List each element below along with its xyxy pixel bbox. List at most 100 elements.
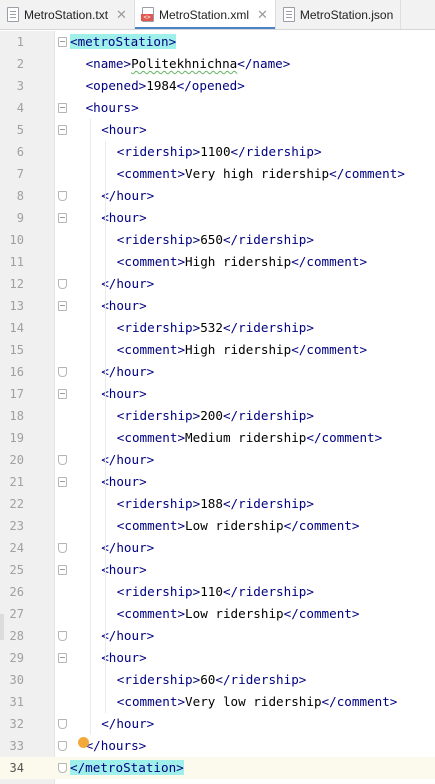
code-line[interactable]: 33 </hours> xyxy=(0,735,435,757)
xml-text: 1984 xyxy=(146,78,177,93)
fold-marker-icon[interactable] xyxy=(58,543,67,553)
xml-tag: </hours> xyxy=(85,738,147,753)
fold-marker-icon[interactable] xyxy=(58,125,67,135)
code-line[interactable]: 4 <hours> xyxy=(0,97,435,119)
code-text: </hours> xyxy=(86,735,147,757)
code-text: <hours> xyxy=(86,97,139,119)
fold-marker-icon[interactable] xyxy=(58,763,67,773)
xml-tag: <ridership> xyxy=(116,144,201,159)
xml-tag: <comment> xyxy=(116,342,186,357)
fold-marker-icon[interactable] xyxy=(58,301,67,311)
code-line[interactable]: 31 <comment>Very low ridership</comment> xyxy=(0,691,435,713)
fold-marker-icon[interactable] xyxy=(58,653,67,663)
line-number: 23 xyxy=(9,519,24,533)
code-line[interactable]: 1 <metroStation> xyxy=(0,31,435,53)
xml-text: Medium ridership xyxy=(185,430,307,445)
xml-tag: </ridership> xyxy=(222,496,314,511)
code-line[interactable]: 15 <comment>High ridership</comment> xyxy=(0,339,435,361)
code-line[interactable]: 26 <ridership>110</ridership> xyxy=(0,581,435,603)
line-number: 26 xyxy=(9,585,24,599)
tab-metrostation-json[interactable]: MetroStation.json xyxy=(276,0,402,29)
fold-marker-icon[interactable] xyxy=(58,389,67,399)
code-line[interactable]: 25 <hour> xyxy=(0,559,435,581)
line-number: 8 xyxy=(16,189,24,203)
code-text: </hour> xyxy=(101,537,154,559)
code-line[interactable]: 11 <comment>High ridership</comment> xyxy=(0,251,435,273)
code-line[interactable]: 9 <hour> xyxy=(0,207,435,229)
code-text: <hour> xyxy=(101,207,147,229)
code-line[interactable]: 23 <comment>Low ridership</comment> xyxy=(0,515,435,537)
code-text: <hour> xyxy=(101,383,147,405)
intention-bulb-icon[interactable] xyxy=(78,737,89,748)
fold-marker-icon[interactable] xyxy=(58,631,67,641)
fold-marker-icon[interactable] xyxy=(58,213,67,223)
xml-tag: </opened> xyxy=(176,78,245,93)
close-tab-icon[interactable]: ✕ xyxy=(116,7,127,23)
code-line[interactable]: 17 <hour> xyxy=(0,383,435,405)
xml-text: 110 xyxy=(200,584,223,599)
tab-label: MetroStation.txt xyxy=(24,7,109,22)
tab-metrostation-xml[interactable]: <> MetroStation.xml ✕ xyxy=(134,0,276,29)
code-line[interactable]: 13 <hour> xyxy=(0,295,435,317)
xml-tag: <ridership> xyxy=(116,320,201,335)
line-number: 11 xyxy=(9,255,24,269)
tab-metrostation-txt[interactable]: MetroStation.txt ✕ xyxy=(0,0,135,29)
code-line[interactable]: 21 <hour> xyxy=(0,471,435,493)
fold-marker-icon[interactable] xyxy=(58,191,67,201)
text-file-icon xyxy=(7,7,19,22)
line-number: 6 xyxy=(16,145,24,159)
code-text: <hour> xyxy=(101,295,147,317)
code-line[interactable]: 34 </metroStation> xyxy=(0,757,435,779)
line-number: 22 xyxy=(9,497,24,511)
code-line[interactable]: 27 <comment>Low ridership</comment> xyxy=(0,603,435,625)
xml-tag: </ridership> xyxy=(230,144,322,159)
fold-marker-icon[interactable] xyxy=(58,455,67,465)
code-line[interactable]: 29 <hour> xyxy=(0,647,435,669)
code-line[interactable]: 22 <ridership>188</ridership> xyxy=(0,493,435,515)
code-text: <ridership>650</ridership> xyxy=(117,229,314,251)
fold-marker-icon[interactable] xyxy=(58,719,67,729)
fold-marker-icon[interactable] xyxy=(58,279,67,289)
fold-marker-icon[interactable] xyxy=(58,741,67,751)
line-number: 34 xyxy=(9,761,24,775)
code-text: <hour> xyxy=(101,471,147,493)
code-line[interactable]: 7 <comment>Very high ridership</comment> xyxy=(0,163,435,185)
fold-marker-icon[interactable] xyxy=(58,367,67,377)
xml-tag: </ridership> xyxy=(215,672,307,687)
code-line[interactable]: 16 </hour> xyxy=(0,361,435,383)
line-number: 14 xyxy=(9,321,24,335)
code-line[interactable]: 18 <ridership>200</ridership> xyxy=(0,405,435,427)
xml-tag: <name> xyxy=(85,56,132,71)
line-number: 30 xyxy=(9,673,24,687)
code-text: <hour> xyxy=(101,647,147,669)
xml-tag: <hour> xyxy=(101,650,147,665)
fold-marker-icon[interactable] xyxy=(58,37,67,47)
code-line[interactable]: 28 </hour> xyxy=(0,625,435,647)
code-line[interactable]: 19 <comment>Medium ridership</comment> xyxy=(0,427,435,449)
code-line[interactable]: 3 <opened>1984</opened> xyxy=(0,75,435,97)
xml-text: 650 xyxy=(200,232,223,247)
code-line[interactable]: 5 <hour> xyxy=(0,119,435,141)
line-number: 18 xyxy=(9,409,24,423)
code-line[interactable]: 12 </hour> xyxy=(0,273,435,295)
code-text: <comment>Low ridership</comment> xyxy=(117,603,360,625)
code-line[interactable]: 30 <ridership>60</ridership> xyxy=(0,669,435,691)
fold-marker-icon[interactable] xyxy=(58,477,67,487)
line-number: 4 xyxy=(16,101,24,115)
xml-tag: <comment> xyxy=(116,166,186,181)
fold-marker-icon[interactable] xyxy=(58,565,67,575)
code-line[interactable]: 20 </hour> xyxy=(0,449,435,471)
close-tab-icon[interactable]: ✕ xyxy=(257,7,268,23)
code-line[interactable]: 32 </hour> xyxy=(0,713,435,735)
code-editor[interactable]: 1 <metroStation> 2 <name>Politekhnichna</na… xyxy=(0,31,435,784)
code-line[interactable]: 6 <ridership>1100</ridership> xyxy=(0,141,435,163)
code-line[interactable]: 24 </hour> xyxy=(0,537,435,559)
code-line[interactable]: 2 <name>Politekhnichna</name> xyxy=(0,53,435,75)
xml-text: 1100 xyxy=(200,144,231,159)
code-line[interactable]: 8 </hour> xyxy=(0,185,435,207)
code-text: <comment>Very low ridership</comment> xyxy=(117,691,398,713)
code-line[interactable]: 10 <ridership>650</ridership> xyxy=(0,229,435,251)
fold-marker-icon[interactable] xyxy=(58,103,67,113)
line-number: 20 xyxy=(9,453,24,467)
code-line[interactable]: 14 <ridership>532</ridership> xyxy=(0,317,435,339)
